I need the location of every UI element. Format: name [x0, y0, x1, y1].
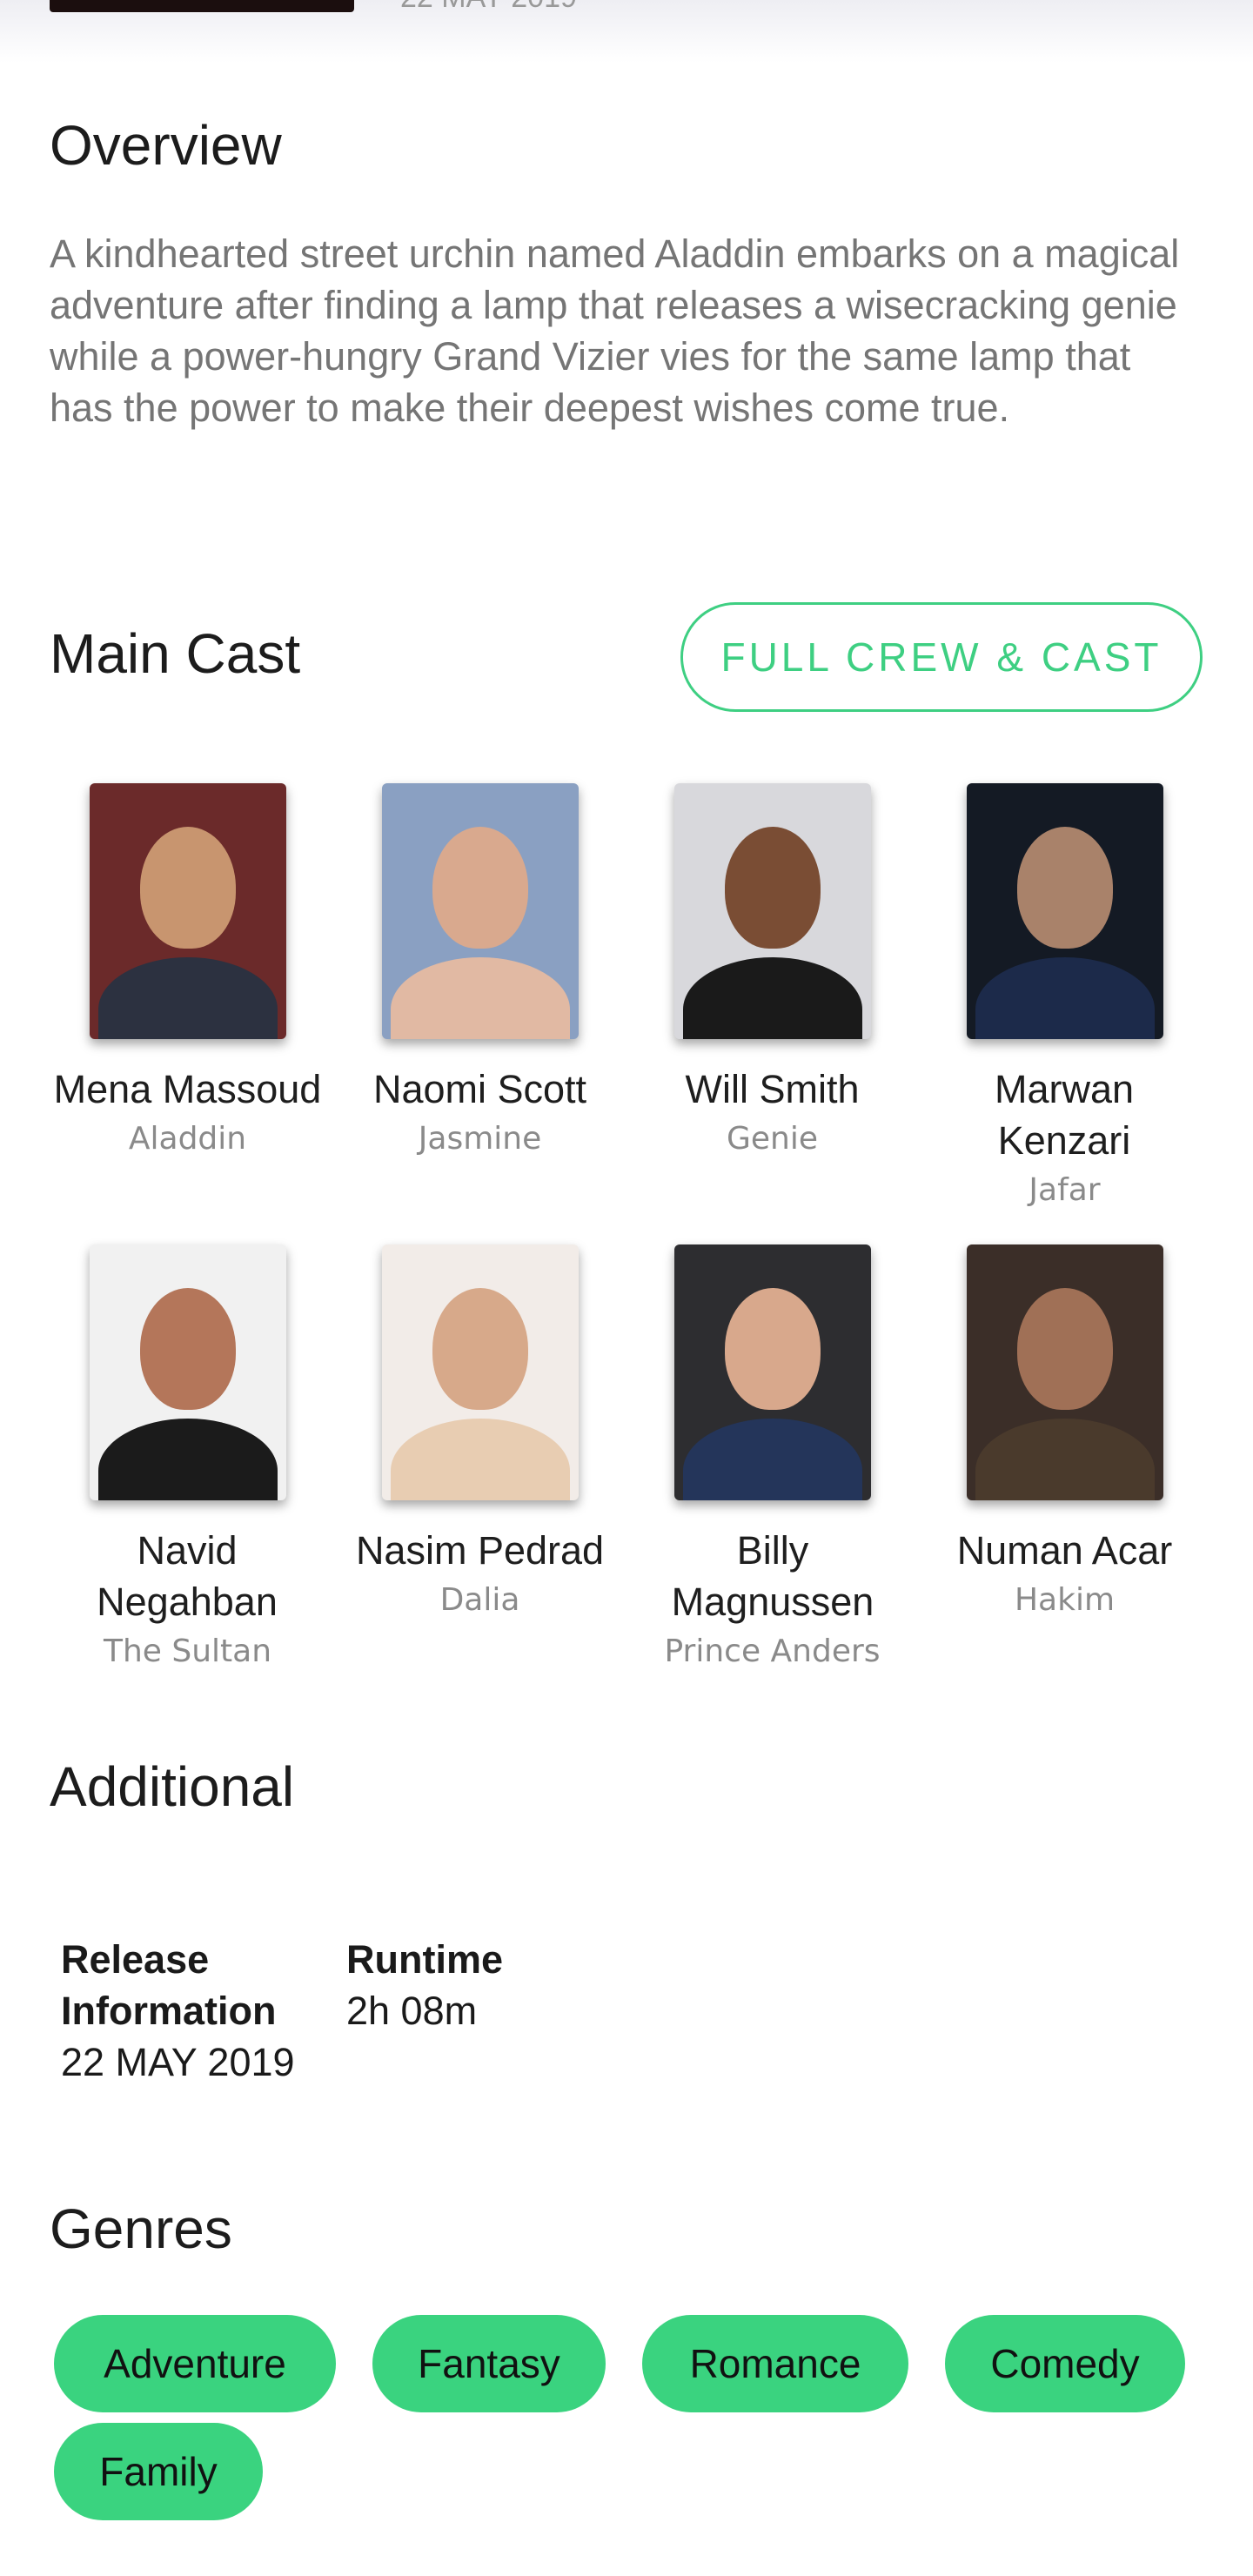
runtime-label: Runtime [346, 1937, 503, 1982]
cast-name: Navid Negahban [97, 1528, 278, 1624]
cast-name: Will Smith [685, 1067, 860, 1111]
cast-name: Billy Magnussen [671, 1528, 874, 1624]
genre-chip-comedy[interactable]: Comedy [945, 2315, 1185, 2412]
cast-name: Numan Acar [956, 1528, 1173, 1573]
cast-name: Naomi Scott [372, 1067, 587, 1111]
cast-role: Genie [726, 1121, 818, 1157]
release-label: Release Information [61, 1937, 277, 2033]
cast-name: Marwan Kenzari [994, 1067, 1135, 1163]
cast-card[interactable]: Numan Acar Hakim [919, 1244, 1210, 1625]
cast-card[interactable]: Nasim Pedrad Dalia [334, 1244, 626, 1625]
cast-role: Jasmine [418, 1121, 542, 1157]
main-cast-title: Main Cast [50, 622, 301, 685]
cast-photo [89, 783, 286, 1039]
release-value: 22 MAY 2019 [61, 2040, 295, 2084]
cast-role: Dalia [439, 1582, 520, 1618]
cast-card[interactable]: Billy Magnussen Prince Anders [626, 1244, 918, 1676]
movie-details-page: 22 MAY 2019 Overview A kindhearted stree… [0, 0, 1253, 2576]
overview-title: Overview [50, 114, 282, 177]
overview-text: A kindhearted street urchin named Aladdi… [50, 231, 1180, 430]
cast-photo [89, 1244, 286, 1500]
cast-card[interactable]: Marwan Kenzari Jafar [919, 783, 1210, 1215]
poster-edge [50, 0, 354, 12]
release-date-header: 22 MAY 2019 [400, 0, 577, 15]
cast-photo [381, 783, 579, 1039]
cast-name: Mena Massoud [53, 1067, 322, 1111]
genre-chip-adventure[interactable]: Adventure [54, 2315, 336, 2412]
cast-photo [673, 783, 871, 1039]
cast-photo [673, 1244, 871, 1500]
cast-name: Nasim Pedrad [355, 1528, 605, 1573]
cast-card[interactable]: Will Smith Genie [626, 783, 918, 1164]
header-strip: 22 MAY 2019 [0, 0, 1253, 63]
cast-photo [381, 1244, 579, 1500]
cast-card[interactable]: Navid Negahban The Sultan [42, 1244, 333, 1676]
genre-chip-family[interactable]: Family [54, 2423, 263, 2520]
cast-role: Hakim [1014, 1582, 1116, 1618]
release-info: Release Information 22 MAY 2019 [61, 1934, 322, 2088]
genres-title: Genres [50, 2197, 232, 2260]
cast-role: Jafar [1029, 1172, 1101, 1208]
genre-chip-romance[interactable]: Romance [642, 2315, 908, 2412]
cast-role: Prince Anders [664, 1633, 881, 1669]
cast-photo [966, 1244, 1163, 1500]
cast-photo [966, 783, 1163, 1039]
additional-title: Additional [50, 1755, 295, 1818]
cast-card[interactable]: Naomi Scott Jasmine [334, 783, 626, 1164]
runtime-info: Runtime 2h 08m [346, 1934, 607, 2036]
genre-chip-fantasy[interactable]: Fantasy [372, 2315, 606, 2412]
cast-role: Aladdin [128, 1121, 247, 1157]
full-crew-cast-button[interactable]: FULL CREW & CAST [680, 602, 1203, 712]
cast-role: The Sultan [103, 1633, 272, 1669]
runtime-value: 2h 08m [346, 1989, 478, 2033]
cast-card[interactable]: Mena Massoud Aladdin [42, 783, 333, 1164]
